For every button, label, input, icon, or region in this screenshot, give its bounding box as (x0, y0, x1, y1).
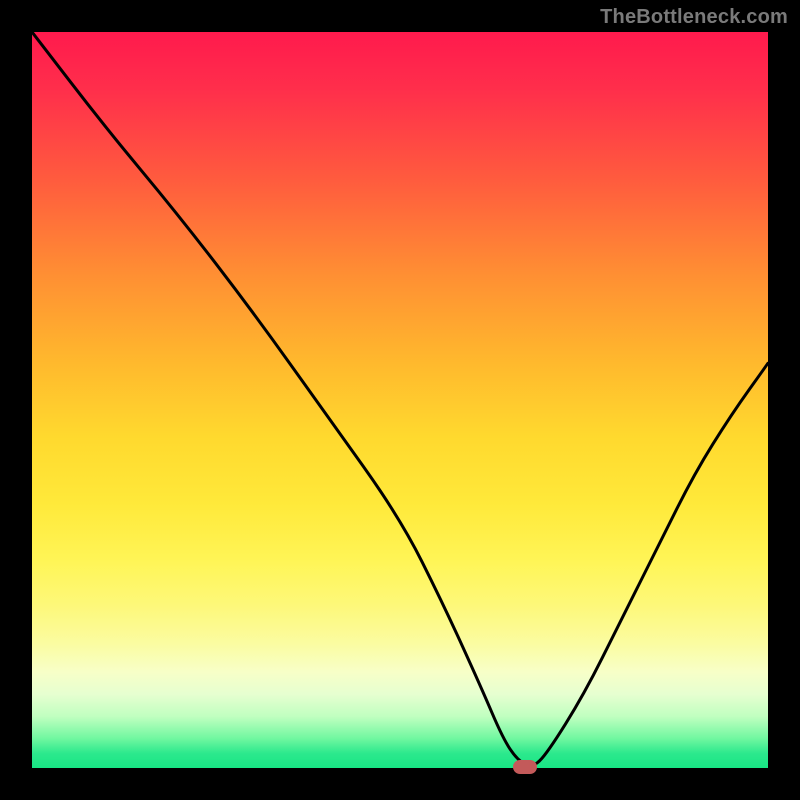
chart-gradient-background (32, 32, 768, 768)
watermark-text: TheBottleneck.com (600, 6, 788, 29)
chart-frame: TheBottleneck.com (0, 0, 800, 800)
optimal-point-marker (513, 760, 537, 774)
